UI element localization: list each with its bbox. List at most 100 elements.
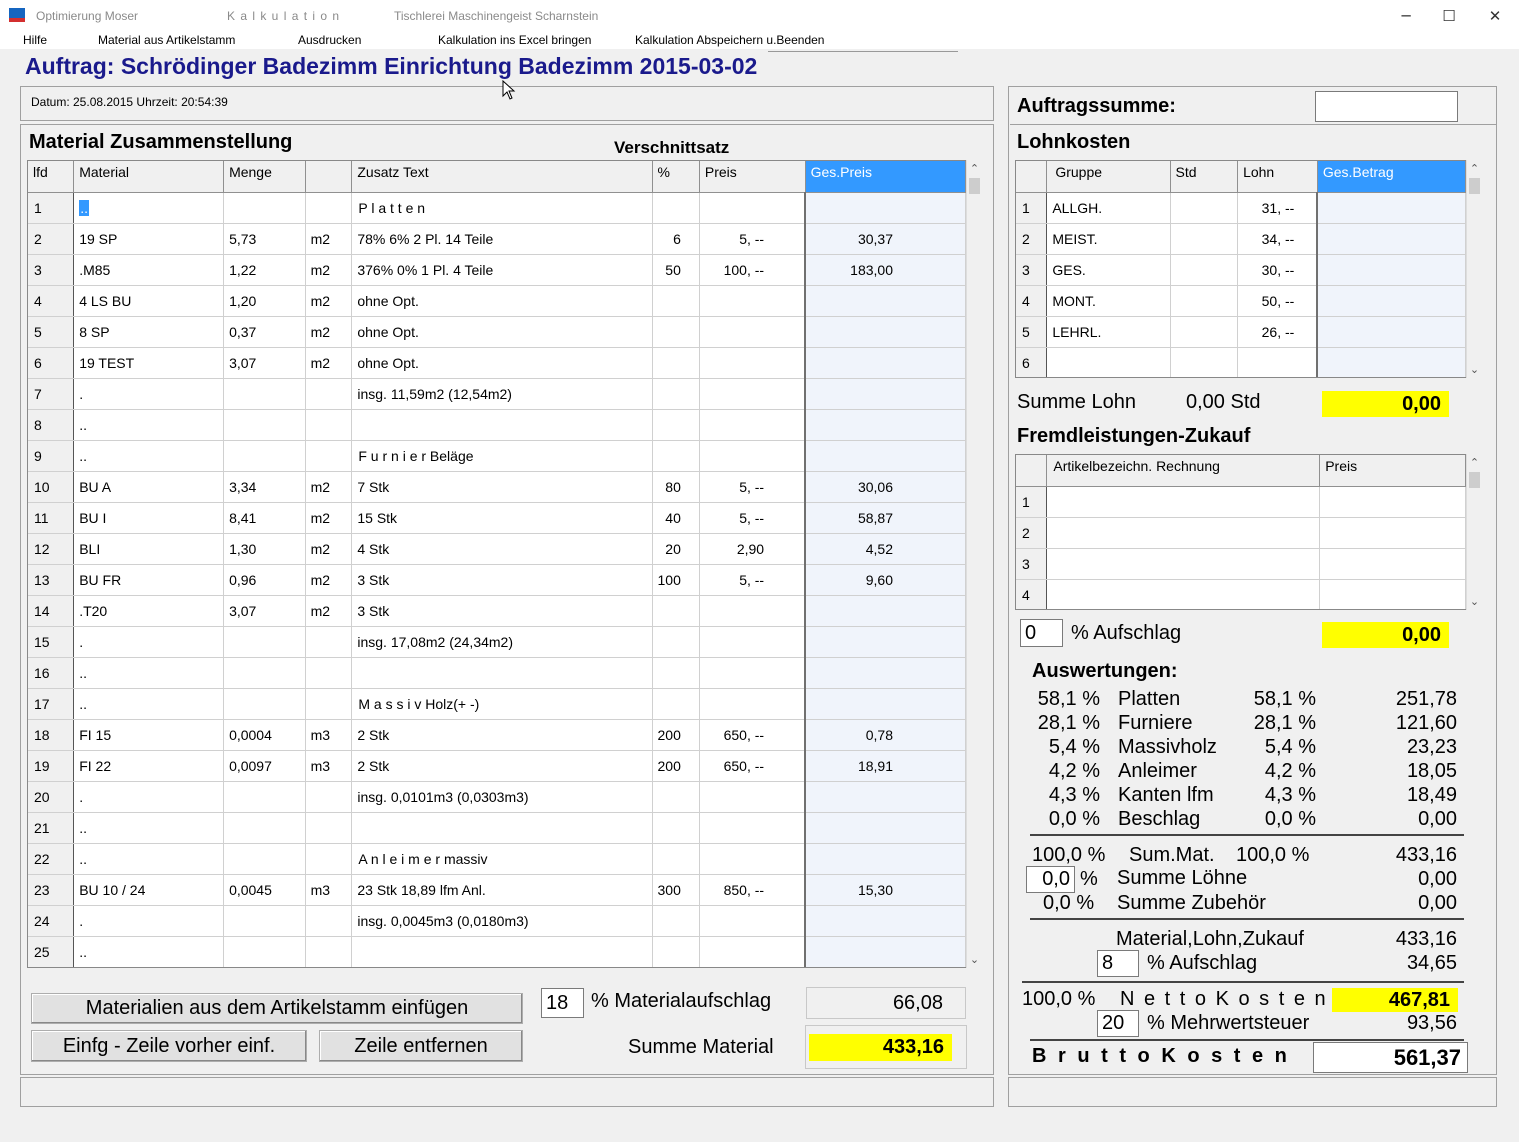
scroll-up-icon[interactable]: ⌃ xyxy=(1467,454,1482,471)
material-cell[interactable]: BU FR xyxy=(73,564,225,596)
zusatz-text-cell[interactable]: 3 Stk xyxy=(351,595,653,627)
prozent-cell[interactable] xyxy=(652,812,700,844)
table-row[interactable]: 21.. xyxy=(28,812,966,844)
lohn-cell[interactable]: 50, -- xyxy=(1237,285,1318,317)
zusatz-text-cell[interactable]: insg. 0,0101m3 (0,0303m3) xyxy=(351,781,653,813)
ges-preis-cell[interactable] xyxy=(804,936,966,967)
menge-cell[interactable]: 3,34 xyxy=(223,471,306,503)
zeile-vorher-einfuegen-button[interactable]: Einfg - Zeile vorher einf. xyxy=(31,1030,307,1062)
fremd-aufschlag-input[interactable]: 0 xyxy=(1020,619,1063,647)
prozent-cell[interactable]: 100 xyxy=(652,564,700,596)
table-row[interactable]: 15. insg. 17,08m2 (24,34m2) xyxy=(28,626,966,658)
std-cell[interactable] xyxy=(1170,316,1239,348)
ges-preis-cell[interactable] xyxy=(804,409,966,441)
menu-excel-export[interactable]: Kalkulation ins Excel bringen xyxy=(438,33,591,47)
table-row[interactable]: 4 xyxy=(1016,579,1466,609)
lohn-scrollbar[interactable]: ⌃ ⌄ xyxy=(1466,160,1482,378)
scroll-down-icon[interactable]: ⌄ xyxy=(967,951,982,968)
lohn-col-ges-betrag[interactable]: Ges.Betrag xyxy=(1317,161,1466,193)
table-row[interactable]: 10 BU A 3,34 m2 7 Stk 80 5, -- 30,06 xyxy=(28,471,966,503)
artikel-cell[interactable] xyxy=(1046,548,1321,580)
preis-cell[interactable] xyxy=(699,192,806,224)
einheit-cell[interactable]: m2 xyxy=(305,223,353,255)
zusatz-text-cell[interactable]: 376% 0% 1 Pl. 4 Teile xyxy=(351,254,653,286)
ges-preis-cell[interactable]: 18,91 xyxy=(804,750,966,782)
table-row[interactable]: 58 SP 0,37 m2 ohne Opt. xyxy=(28,316,966,348)
menge-cell[interactable]: 3,07 xyxy=(223,347,306,379)
einheit-cell[interactable]: m3 xyxy=(305,874,353,906)
lohn-cell[interactable]: 26, -- xyxy=(1237,316,1318,348)
ges-preis-cell[interactable]: 0,78 xyxy=(804,719,966,751)
material-cell[interactable]: .. xyxy=(73,657,225,689)
menge-cell[interactable]: 3,07 xyxy=(223,595,306,627)
material-cell[interactable]: .. xyxy=(73,936,225,967)
einheit-cell[interactable] xyxy=(305,905,353,937)
lohn-col-lohn[interactable]: Lohn xyxy=(1237,161,1318,193)
ges-betrag-cell[interactable] xyxy=(1316,285,1466,317)
table-row[interactable]: 3 xyxy=(1016,548,1466,580)
table-row[interactable]: 18 FI 15 0,0004 m3 2 Stk 200 650, -- 0,78 xyxy=(28,719,966,751)
menge-cell[interactable] xyxy=(223,440,306,472)
menge-cell[interactable] xyxy=(223,192,306,224)
prozent-cell[interactable] xyxy=(652,378,700,410)
prozent-cell[interactable] xyxy=(652,843,700,875)
scroll-thumb[interactable] xyxy=(1469,472,1480,488)
material-cell[interactable]: .M85 xyxy=(73,254,225,286)
table-row[interactable]: 19 FI 22 0,0097 m3 2 Stk 200 650, -- 18,91 xyxy=(28,750,966,782)
einheit-cell[interactable] xyxy=(305,378,353,410)
preis-cell[interactable] xyxy=(699,378,806,410)
lohn-col-nr[interactable] xyxy=(1016,161,1048,193)
ges-preis-cell[interactable] xyxy=(804,781,966,813)
zusatz-text-cell[interactable]: 4 Stk xyxy=(351,533,653,565)
ges-preis-cell[interactable]: 9,60 xyxy=(804,564,966,596)
einheit-cell[interactable]: m2 xyxy=(305,471,353,503)
col-einheit[interactable] xyxy=(305,161,353,193)
zusatz-text-cell[interactable]: A n l e i m e r massiv xyxy=(351,843,653,875)
prozent-cell[interactable] xyxy=(652,781,700,813)
artikel-cell[interactable] xyxy=(1046,579,1321,609)
ges-preis-cell[interactable]: 183,00 xyxy=(804,254,966,286)
materialien-einfuegen-button[interactable]: Materialien aus dem Artikelstamm einfüge… xyxy=(31,993,523,1024)
aufschlag-input[interactable]: 8 xyxy=(1097,950,1139,977)
table-row[interactable]: 11 BU I 8,41 m2 15 Stk 40 5, -- 58,87 xyxy=(28,502,966,534)
table-row[interactable]: 12 BLI 1,30 m2 4 Stk 20 2,90 4,52 xyxy=(28,533,966,565)
preis-cell[interactable]: 650, -- xyxy=(699,719,806,751)
artikel-cell[interactable] xyxy=(1046,486,1321,518)
preis-cell[interactable] xyxy=(699,688,806,720)
table-row[interactable]: 14 .T20 3,07 m2 3 Stk xyxy=(28,595,966,627)
zusatz-text-cell[interactable]: 2 Stk xyxy=(351,750,653,782)
preis-cell[interactable] xyxy=(699,595,806,627)
zusatz-text-cell[interactable]: 2 Stk xyxy=(351,719,653,751)
ges-preis-cell[interactable] xyxy=(804,440,966,472)
ges-preis-cell[interactable] xyxy=(804,347,966,379)
zusatz-text-cell[interactable]: 15 Stk xyxy=(351,502,653,534)
zusatz-text-cell[interactable] xyxy=(351,812,653,844)
ges-preis-cell[interactable] xyxy=(804,688,966,720)
einheit-cell[interactable]: m2 xyxy=(305,595,353,627)
prozent-cell[interactable] xyxy=(652,347,700,379)
prozent-cell[interactable]: 200 xyxy=(652,719,700,751)
material-cell[interactable]: .. xyxy=(73,192,225,224)
preis-cell[interactable]: 2,90 xyxy=(699,533,806,565)
ges-preis-cell[interactable] xyxy=(804,285,966,317)
zusatz-text-cell[interactable]: 78% 6% 2 Pl. 14 Teile xyxy=(351,223,653,255)
prozent-cell[interactable]: 6 xyxy=(652,223,700,255)
preis-cell[interactable]: 650, -- xyxy=(699,750,806,782)
material-cell[interactable]: . xyxy=(73,626,225,658)
std-cell[interactable] xyxy=(1170,347,1239,377)
preis-cell[interactable]: 5, -- xyxy=(699,223,806,255)
ges-preis-cell[interactable] xyxy=(804,626,966,658)
zusatz-text-cell[interactable]: P l a t t e n xyxy=(351,192,653,224)
table-row[interactable]: 23 BU 10 / 24 0,0045 m3 23 Stk 18,89 lfm Anl… xyxy=(28,874,966,906)
preis-cell[interactable]: 5, -- xyxy=(699,564,806,596)
menge-cell[interactable] xyxy=(223,409,306,441)
menge-cell[interactable] xyxy=(223,378,306,410)
material-cell[interactable]: 19 TEST xyxy=(73,347,225,379)
einheit-cell[interactable] xyxy=(305,936,353,967)
table-row[interactable]: 3 .M85 1,22 m2 376% 0% 1 Pl. 4 Teile 50 100, -… xyxy=(28,254,966,286)
prozent-cell[interactable]: 50 xyxy=(652,254,700,286)
ges-preis-cell[interactable] xyxy=(804,905,966,937)
summe-loehne-pct-input[interactable]: 0,0 xyxy=(1026,866,1075,893)
prozent-cell[interactable] xyxy=(652,688,700,720)
einheit-cell[interactable] xyxy=(305,657,353,689)
